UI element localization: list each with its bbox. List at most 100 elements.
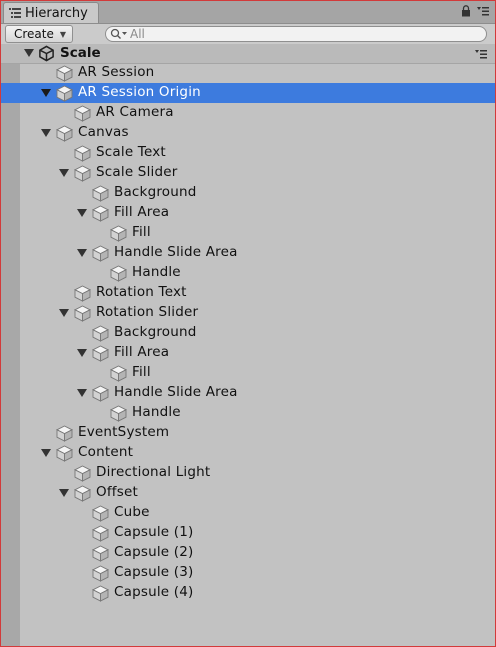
gameobject-cube-icon — [74, 485, 91, 502]
scene-menu-icon[interactable] — [475, 49, 487, 59]
create-dropdown-button[interactable]: Create ▼ — [5, 25, 74, 43]
gameobject-cube-icon — [74, 165, 91, 182]
tab-bar: Hierarchy — [1, 1, 495, 24]
tree-row[interactable]: Handle Slide Area — [1, 383, 495, 403]
tree-row[interactable]: Cube — [1, 503, 495, 523]
search-icon — [110, 28, 127, 39]
tree-item-label: Background — [114, 324, 197, 340]
gameobject-cube-icon — [56, 425, 73, 442]
gameobject-cube-icon — [92, 505, 109, 522]
tree-row[interactable]: Background — [1, 183, 495, 203]
tree-item-label: Rotation Text — [96, 284, 187, 300]
tree-row[interactable]: Rotation Text — [1, 283, 495, 303]
gameobject-cube-icon — [92, 185, 109, 202]
tree-item-label: Directional Light — [96, 464, 211, 480]
tree-item-label: AR Camera — [96, 104, 174, 120]
tree-row[interactable]: Handle Slide Area — [1, 243, 495, 263]
tree-row[interactable]: Capsule (1) — [1, 523, 495, 543]
tree-item-label: Rotation Slider — [96, 304, 199, 320]
lock-icon[interactable] — [461, 5, 471, 17]
expand-arrow-icon[interactable] — [59, 309, 69, 318]
tab-menu-icon[interactable] — [477, 6, 489, 16]
tree-row[interactable]: Background — [1, 323, 495, 343]
tree-row[interactable]: Fill — [1, 223, 495, 243]
tree-item-label: Handle — [132, 264, 181, 280]
gameobject-cube-icon — [92, 385, 109, 402]
expand-arrow-icon[interactable] — [59, 489, 69, 498]
gameobject-cube-icon — [110, 365, 127, 382]
expand-arrow-icon[interactable] — [41, 89, 51, 98]
tab-hierarchy[interactable]: Hierarchy — [3, 2, 99, 23]
gameobject-cube-icon — [74, 145, 91, 162]
expand-arrow-icon[interactable] — [77, 209, 87, 218]
gameobject-cube-icon — [74, 285, 91, 302]
tree-row[interactable]: Handle — [1, 403, 495, 423]
dropdown-caret-icon: ▼ — [59, 29, 67, 39]
tree-item-label: Handle Slide Area — [114, 244, 238, 260]
hierarchy-list-icon — [9, 8, 21, 18]
gameobject-cube-icon — [110, 405, 127, 422]
tree-item-label: AR Session — [78, 64, 155, 80]
gameobject-cube-icon — [92, 585, 109, 602]
tree-row[interactable]: Scale Slider — [1, 163, 495, 183]
tree-item-label: Content — [78, 444, 134, 460]
tree-item-label: Capsule (3) — [114, 564, 194, 580]
gameobject-cube-icon — [92, 525, 109, 542]
gameobject-cube-icon — [74, 305, 91, 322]
gameobject-cube-icon — [56, 445, 73, 462]
tree-item-label: EventSystem — [78, 424, 170, 440]
expand-arrow-icon[interactable] — [41, 129, 51, 138]
tree-item-label: Handle Slide Area — [114, 384, 238, 400]
tree-row[interactable]: Rotation Slider — [1, 303, 495, 323]
gameobject-cube-icon — [92, 545, 109, 562]
hierarchy-window: Hierarchy Create ▼ All Scale AR Session … — [0, 0, 496, 647]
tree-row[interactable]: Handle — [1, 263, 495, 283]
tree-item-label: Fill Area — [114, 204, 170, 220]
tree-row[interactable]: Fill Area — [1, 203, 495, 223]
tree-row[interactable]: Fill — [1, 363, 495, 383]
search-input[interactable] — [130, 27, 470, 41]
tree-item-label: Capsule (4) — [114, 584, 194, 600]
tree-item-label: Fill Area — [114, 344, 170, 360]
tree-row[interactable]: EventSystem — [1, 423, 495, 443]
tree-item-label: Background — [114, 184, 197, 200]
gameobject-cube-icon — [92, 245, 109, 262]
tree-item-label: Handle — [132, 404, 181, 420]
expand-arrow-icon[interactable] — [59, 169, 69, 178]
gameobject-cube-icon — [74, 465, 91, 482]
tree-row[interactable]: AR Camera — [1, 103, 495, 123]
tree-item-label: Offset — [96, 484, 138, 500]
unity-scene-icon — [39, 45, 54, 62]
scene-header[interactable]: Scale — [1, 44, 495, 64]
gameobject-cube-icon — [74, 105, 91, 122]
tree-row[interactable]: Scale Text — [1, 143, 495, 163]
tree-row[interactable]: Directional Light — [1, 463, 495, 483]
tree-row[interactable]: Fill Area — [1, 343, 495, 363]
expand-arrow-icon[interactable] — [77, 349, 87, 358]
hierarchy-toolbar: Create ▼ — [1, 24, 495, 45]
tree-item-label: Fill — [132, 224, 151, 240]
search-field[interactable] — [105, 26, 487, 42]
tree-item-label: Scale Text — [96, 144, 166, 160]
tree-row[interactable]: Offset — [1, 483, 495, 503]
tab-label: Hierarchy — [25, 5, 88, 21]
tree-row[interactable]: Content — [1, 443, 495, 463]
gameobject-cube-icon — [56, 85, 73, 102]
tree-item-label: Capsule (2) — [114, 544, 194, 560]
tree-row[interactable]: Canvas — [1, 123, 495, 143]
expand-arrow-icon[interactable] — [77, 249, 87, 258]
tree-item-label: Fill — [132, 364, 151, 380]
expand-arrow-icon[interactable] — [41, 449, 51, 458]
expand-arrow-icon[interactable] — [24, 49, 34, 58]
tree-row[interactable]: Capsule (4) — [1, 583, 495, 603]
tree-item-label: AR Session Origin — [78, 84, 201, 100]
gameobject-cube-icon — [56, 125, 73, 142]
tree-row[interactable]: Capsule (3) — [1, 563, 495, 583]
expand-arrow-icon[interactable] — [77, 389, 87, 398]
tree-row[interactable]: AR Session Origin — [1, 83, 495, 103]
gameobject-cube-icon — [92, 565, 109, 582]
tree-row[interactable]: Capsule (2) — [1, 543, 495, 563]
gameobject-cube-icon — [110, 265, 127, 282]
tree-row[interactable]: AR Session — [1, 63, 495, 83]
gameobject-cube-icon — [56, 65, 73, 82]
